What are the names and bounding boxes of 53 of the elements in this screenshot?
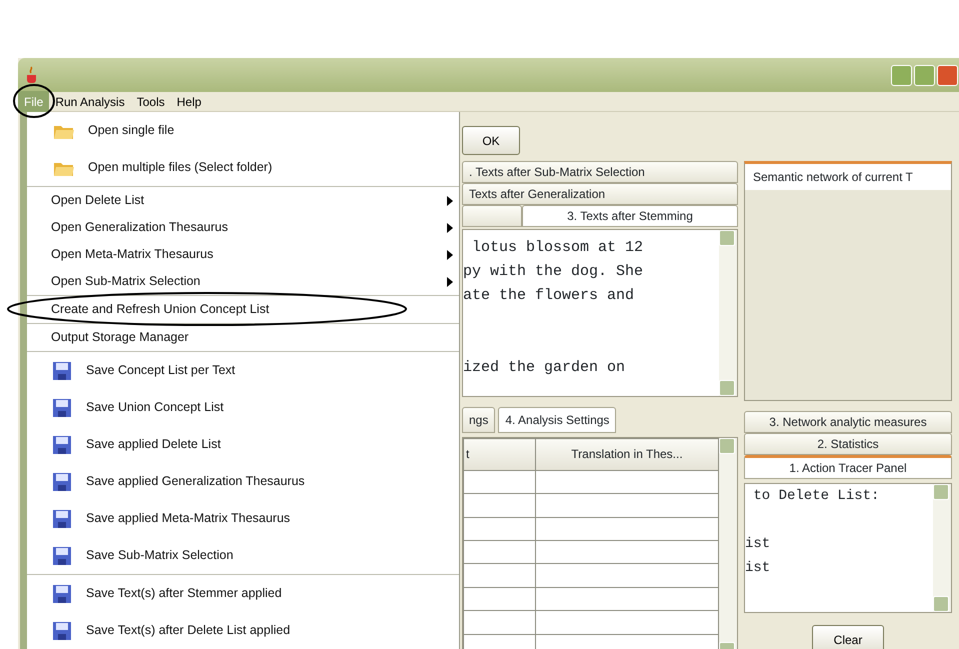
menu-item[interactable]: Save Text(s) after Delete List applied <box>27 612 459 649</box>
scrollbar[interactable] <box>933 484 951 612</box>
table-cell <box>464 564 536 588</box>
menu-item[interactable]: Open Generalization Thesaurus <box>27 214 459 241</box>
menu-item[interactable]: Run Analysis <box>49 90 131 112</box>
tab[interactable] <box>462 205 522 227</box>
scrollbar[interactable] <box>719 438 737 649</box>
tab[interactable]: 3. Network analytic measures <box>744 411 952 433</box>
menu-item[interactable]: Save Sub-Matrix Selection <box>27 537 459 574</box>
maximize-button[interactable] <box>914 64 935 86</box>
menu-item[interactable]: Save applied Meta-Matrix Thesaurus <box>27 500 459 537</box>
tab[interactable]: 2. Statistics <box>744 433 952 455</box>
menu-item[interactable]: Open multiple files (Select folder) <box>27 149 459 186</box>
panel-title: Semantic network of current T <box>745 164 951 190</box>
menu-item[interactable]: Create and Refresh Union Concept List <box>27 296 459 323</box>
submenu-arrow-icon <box>447 276 453 286</box>
menu-item[interactable]: Help <box>170 90 208 112</box>
menu-item[interactable]: Save applied Generalization Thesaurus <box>27 463 459 500</box>
submenu-arrow-icon <box>447 250 453 260</box>
tab[interactable]: Texts after Generalization <box>462 183 738 205</box>
table-cell <box>464 494 536 518</box>
menu-item[interactable]: Open single file <box>27 112 459 149</box>
menu-item[interactable]: Tools <box>130 90 171 112</box>
menu-item[interactable]: Save Text(s) after Stemmer applied <box>27 575 459 612</box>
table-cell <box>464 470 536 494</box>
tab[interactable]: . Texts after Sub-Matrix Selection <box>462 161 738 183</box>
column-header[interactable]: Translation in Thes... <box>536 438 718 470</box>
column-header[interactable]: t <box>464 438 536 470</box>
menu-item[interactable]: Open Meta-Matrix Thesaurus <box>27 241 459 268</box>
submenu-arrow-icon <box>447 222 453 232</box>
table-cell <box>464 540 536 564</box>
minimize-button[interactable] <box>891 64 912 86</box>
menu-item[interactable]: Open Sub-Matrix Selection <box>27 268 459 295</box>
tab[interactable]: 4. Analysis Settings <box>498 407 616 433</box>
tab[interactable]: 3. Texts after Stemming <box>522 205 738 227</box>
table-cell <box>464 610 536 634</box>
submenu-arrow-icon <box>447 196 453 206</box>
tab[interactable]: ngs <box>462 407 496 433</box>
menu-item[interactable]: Output Storage Manager <box>27 324 459 351</box>
annotation-circle <box>13 84 55 118</box>
tracer-text: to Delete List: ist ist <box>745 487 880 578</box>
ok-button[interactable]: OK <box>462 126 520 155</box>
scrollbar[interactable] <box>719 230 737 396</box>
clear-button[interactable]: Clear <box>812 625 884 649</box>
close-button[interactable] <box>937 64 958 86</box>
menu-item[interactable]: Save Concept List per Text <box>27 352 459 389</box>
menu-item[interactable]: Save applied Delete List <box>27 426 459 463</box>
table-cell <box>464 517 536 541</box>
menu-item[interactable]: Save Union Concept List <box>27 389 459 426</box>
table-cell <box>464 587 536 611</box>
text-content: lotus blossom at 12 py with the dog. She ate the flowers and ized the garden on <box>463 238 644 378</box>
menu-item[interactable]: Open Delete List <box>27 187 459 214</box>
tab[interactable]: 1. Action Tracer Panel <box>744 455 952 479</box>
